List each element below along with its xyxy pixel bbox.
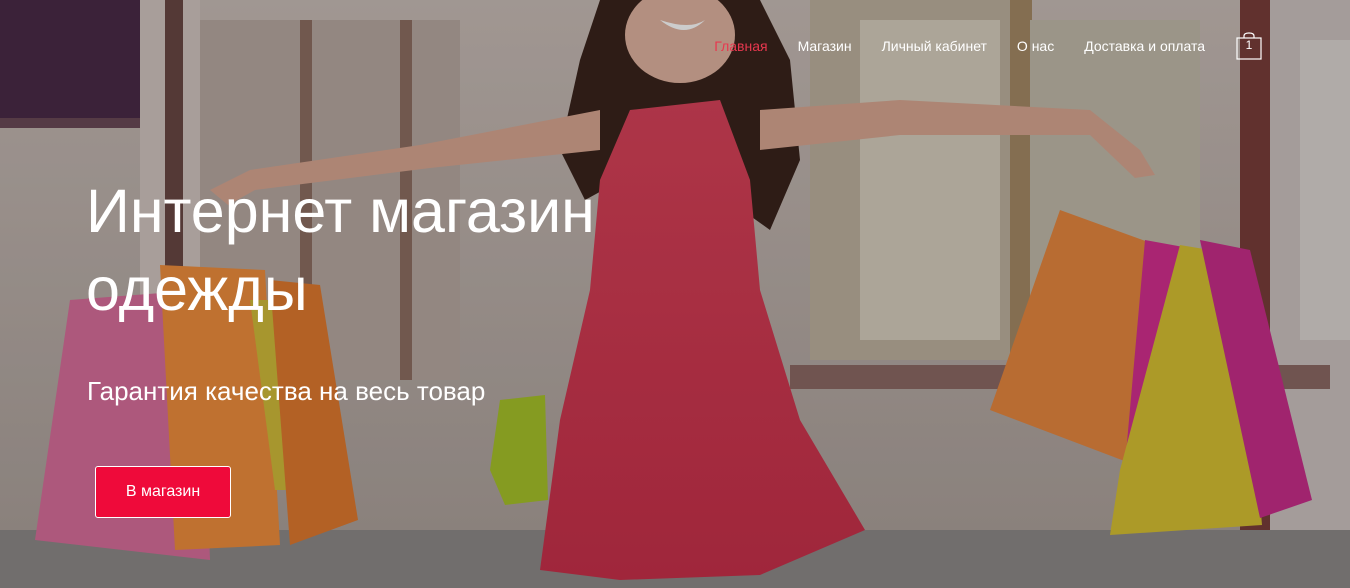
hero-title: Интернет магазин одежды xyxy=(86,177,595,323)
cart-count-badge: 1 xyxy=(1245,38,1253,52)
nav-item-about[interactable]: О нас xyxy=(1017,33,1054,59)
nav-item-shop[interactable]: Магазин xyxy=(798,33,852,59)
nav-item-delivery[interactable]: Доставка и оплата xyxy=(1084,33,1205,59)
hero-section: Главная Магазин Личный кабинет О нас Дос… xyxy=(0,0,1350,588)
cart-button[interactable]: 1 xyxy=(1236,32,1262,60)
main-nav: Главная Магазин Личный кабинет О нас Дос… xyxy=(684,32,1262,60)
nav-item-account[interactable]: Личный кабинет xyxy=(882,33,987,59)
nav-item-home[interactable]: Главная xyxy=(714,33,767,59)
shop-cta-button[interactable]: В магазин xyxy=(95,466,231,518)
hero-subtitle: Гарантия качества на весь товар xyxy=(87,376,486,406)
